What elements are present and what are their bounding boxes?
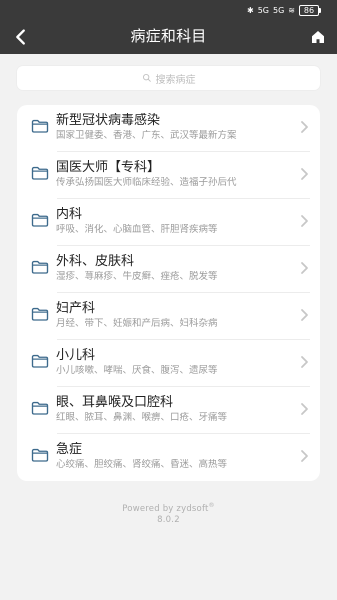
list-item-title: 眼、耳鼻喉及口腔科 [56,395,174,410]
wifi-icon: ≋ [288,5,295,15]
list-item-subtitle: 国家卫健委、香港、广东、武汉等最新方案 [56,130,237,141]
list-item-title: 国医大师【专科】 [56,160,161,175]
search-icon [142,74,151,82]
list-item-subtitle: 呼吸、消化、心脑血管、肝胆肾疾病等 [56,224,218,235]
chevron-right-icon [301,121,308,133]
nav-bar: 病症和科目 [0,20,337,54]
powered-by: Powered by zydsoft® [0,500,337,515]
folder-icon [31,307,49,321]
list-item-title: 外科、皮肤科 [56,254,135,269]
chevron-right-icon [301,168,308,180]
home-icon[interactable] [309,28,327,46]
list-item[interactable]: 新型冠状病毒感染 国家卫健委、香港、广东、武汉等最新方案 [17,105,320,152]
list-item[interactable]: 外科、皮肤科 湿疹、荨麻疹、牛皮癣、痤疮、脱发等 [17,246,320,293]
top-bar: ✱ 5G 5G ≋ 86 病症和科目 [0,0,337,54]
folder-icon [31,166,49,180]
list-item-subtitle: 湿疹、荨麻疹、牛皮癣、痤疮、脱发等 [56,271,218,282]
list-item-title: 急症 [56,442,83,457]
folder-icon [31,119,49,133]
list-item-subtitle: 月经、带下、妊娠和产后病、妇科杂病 [56,318,218,329]
signal-icon-1: 5G [257,5,269,15]
version: 8.0.2 [157,514,180,525]
status-icons: ✱ 5G 5G ≋ 86 [247,5,321,16]
status-bar: ✱ 5G 5G ≋ 86 [0,0,337,20]
list-item-title: 内科 [56,207,83,222]
list-item-subtitle: 传承弘扬国医大师临床经验、造福子孙后代 [56,177,237,188]
category-list: 新型冠状病毒感染 国家卫健委、香港、广东、武汉等最新方案 国医大师【专科】 传承… [17,105,320,481]
folder-icon [31,448,49,462]
search-inner: 搜索病症 [17,66,320,90]
footer: Powered by zydsoft® 8.0.2 [0,500,337,526]
list-item[interactable]: 内科 呼吸、消化、心脑血管、肝胆肾疾病等 [17,199,320,246]
list-item-subtitle: 红眼、脓耳、鼻渊、喉痹、口疮、牙痛等 [56,412,228,423]
chevron-right-icon [301,450,308,462]
battery-icon: 86 [299,5,321,16]
list-item[interactable]: 小儿科 小儿咳嗽、哮喘、厌食、腹泻、遗尿等 [17,340,320,387]
chevron-right-icon [301,309,308,321]
list-item[interactable]: 妇产科 月经、带下、妊娠和产后病、妇科杂病 [17,293,320,340]
list-item[interactable]: 眼、耳鼻喉及口腔科 红眼、脓耳、鼻渊、喉痹、口疮、牙痛等 [17,387,320,434]
bluetooth-icon: ✱ [247,5,254,15]
folder-icon [31,401,49,415]
page-title: 病症和科目 [130,27,207,45]
list-item-subtitle: 心绞痛、胆绞痛、肾绞痛、昏迷、高热等 [56,459,228,470]
chevron-right-icon [301,356,308,368]
folder-icon [31,354,49,368]
list-item[interactable]: 急症 心绞痛、胆绞痛、肾绞痛、昏迷、高热等 [17,434,320,481]
list-item-title: 新型冠状病毒感染 [56,113,161,128]
chevron-right-icon [301,215,308,227]
folder-icon [31,260,49,274]
search-bar[interactable]: 搜索病症 [17,66,320,90]
list-item-title: 小儿科 [56,348,96,363]
signal-icon-2: 5G [273,5,285,15]
chevron-right-icon [301,262,308,274]
chevron-right-icon [301,403,308,415]
list-item-subtitle: 小儿咳嗽、哮喘、厌食、腹泻、遗尿等 [56,365,218,376]
list-item-title: 妇产科 [56,301,96,316]
folder-icon [31,213,49,227]
list-item[interactable]: 国医大师【专科】 传承弘扬国医大师临床经验、造福子孙后代 [17,152,320,199]
registered-mark: ® [208,502,215,509]
search-placeholder: 搜索病症 [155,74,196,86]
powered-by-text: Powered by zydsoft [122,503,209,514]
